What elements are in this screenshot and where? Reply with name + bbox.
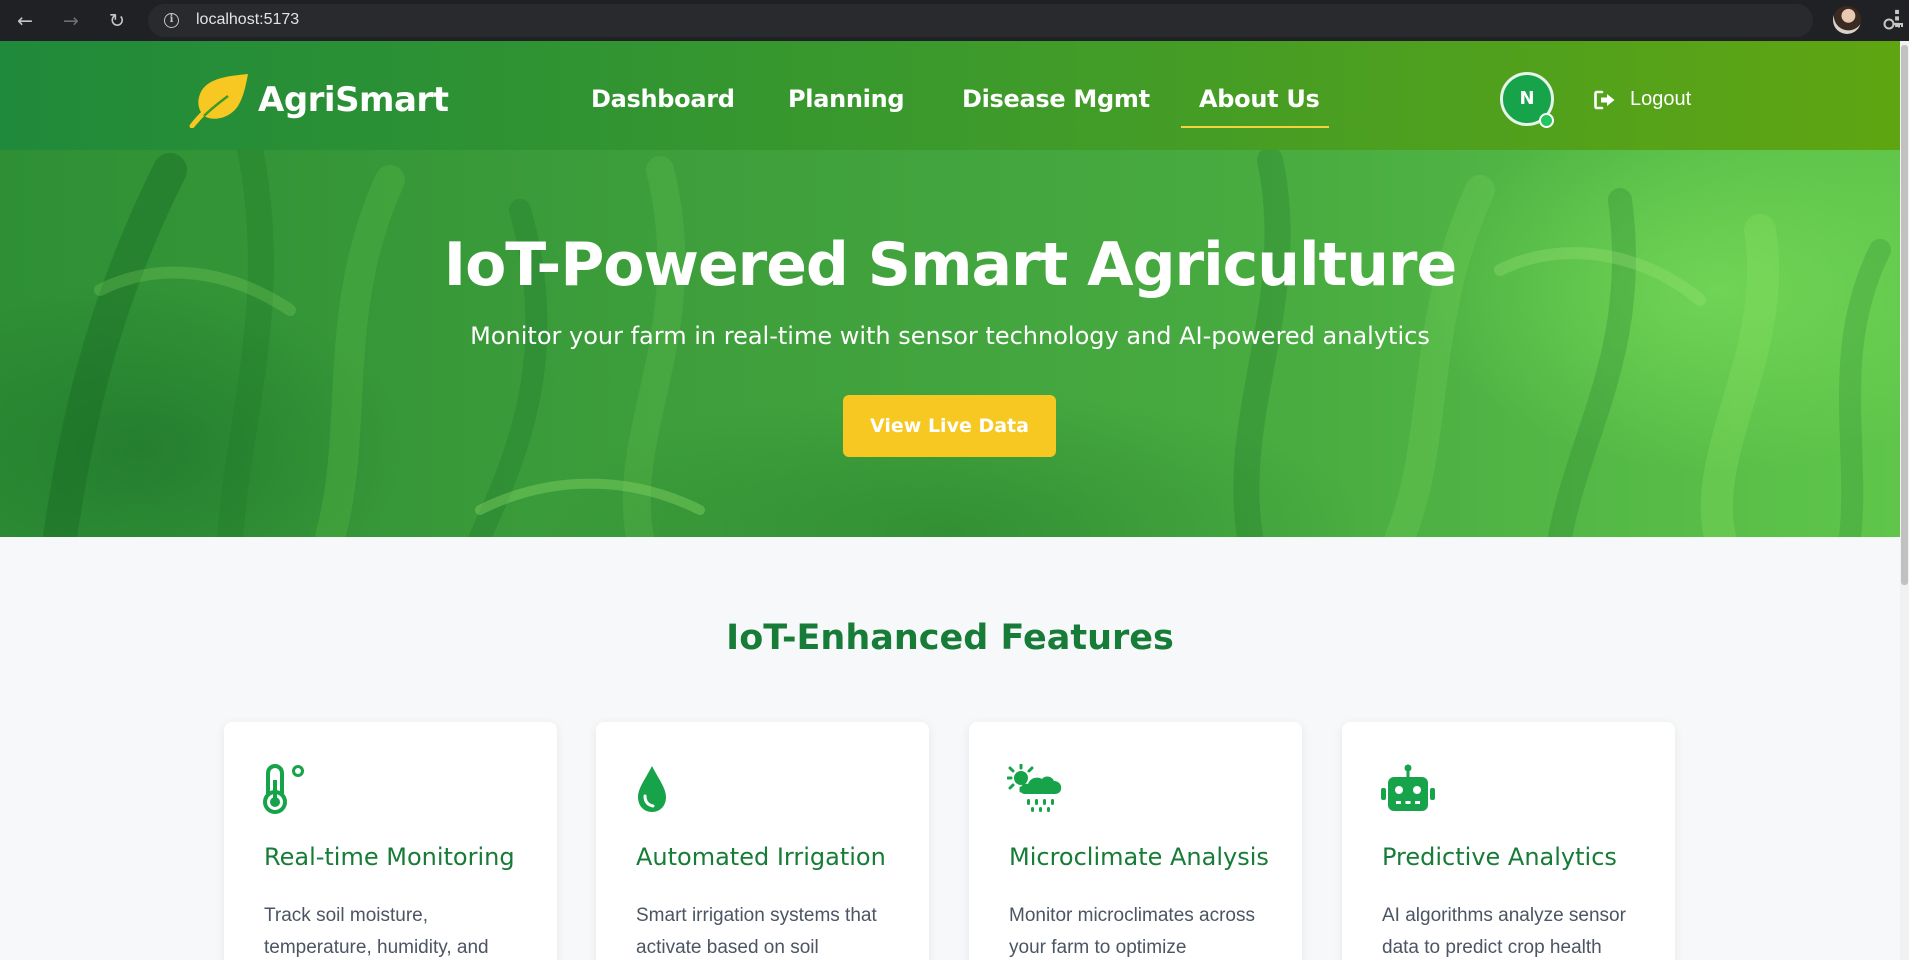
nav-link-dashboard[interactable]: Dashboard xyxy=(591,85,735,113)
water-drop-icon xyxy=(638,766,666,812)
back-arrow-icon[interactable]: ← xyxy=(12,8,38,34)
reload-icon[interactable]: ↻ xyxy=(104,8,130,34)
more-menu-icon[interactable]: ⋮ xyxy=(1886,6,1908,34)
browser-toolbar: ← → ↻ i localhost:5173 ★ ⋮ xyxy=(0,0,1909,41)
hero-subtitle: Monitor your farm in real-time with sens… xyxy=(470,322,1430,350)
hero-banner: IoT-Powered Smart Agriculture Monitor yo… xyxy=(0,150,1900,537)
nav-link-planning[interactable]: Planning xyxy=(788,85,905,113)
thermometer-icon xyxy=(263,764,304,814)
feature-card-title: Automated Irrigation xyxy=(636,843,886,871)
active-nav-underline xyxy=(1181,126,1329,128)
feature-card-title: Predictive Analytics xyxy=(1382,843,1617,871)
profile-avatar-icon[interactable] xyxy=(1833,6,1861,34)
feature-card-predictive-analytics: Predictive Analytics AI algorithms analy… xyxy=(1342,722,1675,960)
feature-card-real-time-monitoring: Real-time Monitoring Track soil moisture… xyxy=(224,722,557,960)
logout-icon xyxy=(1594,90,1615,109)
site-info-icon[interactable]: i xyxy=(164,13,179,28)
feature-card-description: Track soil moisture, temperature, humidi… xyxy=(264,905,489,958)
leaf-icon xyxy=(189,74,248,128)
feature-card-microclimate-analysis: Microclimate Analysis Monitor microclima… xyxy=(969,722,1302,960)
feature-card-description: Monitor microclimates across your farm t… xyxy=(1009,905,1255,958)
site-navbar: AgriSmart Dashboard Planning Disease Mgm… xyxy=(0,41,1900,150)
feature-card-description: Smart irrigation systems that activate b… xyxy=(636,905,877,958)
hero-title: IoT-Powered Smart Agriculture xyxy=(443,230,1457,300)
feature-card-automated-irrigation: Automated Irrigation Smart irrigation sy… xyxy=(596,722,929,960)
nav-link-about-us[interactable]: About Us xyxy=(1199,85,1320,113)
url-text[interactable]: localhost:5173 xyxy=(196,11,299,29)
online-status-dot xyxy=(1539,113,1554,128)
brand-logo[interactable]: AgriSmart xyxy=(188,72,449,128)
robot-icon xyxy=(1381,764,1435,811)
feature-card-title: Real-time Monitoring xyxy=(264,843,515,871)
logout-button[interactable]: Logout xyxy=(1594,88,1691,111)
features-section-title: IoT-Enhanced Features xyxy=(726,618,1174,658)
page-scrollbar-thumb[interactable] xyxy=(1901,45,1908,585)
nav-link-disease-mgmt[interactable]: Disease Mgmt xyxy=(962,85,1150,113)
forward-arrow-icon[interactable]: → xyxy=(58,8,84,34)
feature-card-title: Microclimate Analysis xyxy=(1009,843,1269,871)
feature-card-description: AI algorithms analyze sensor data to pre… xyxy=(1382,905,1626,958)
logout-label: Logout xyxy=(1630,88,1692,110)
brand-name: AgriSmart xyxy=(258,80,449,120)
address-bar[interactable]: i localhost:5173 ★ xyxy=(148,4,1903,37)
view-live-data-button[interactable]: View Live Data xyxy=(843,395,1056,457)
cloud-sun-rain-icon xyxy=(1007,764,1062,812)
